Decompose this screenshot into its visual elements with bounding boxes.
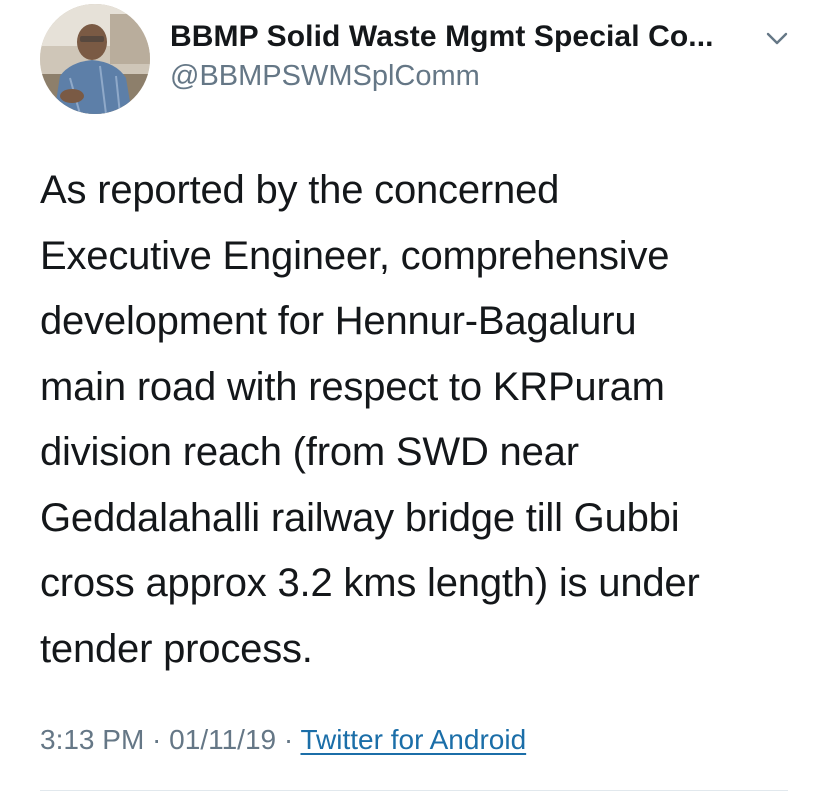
tweet-text: As reported by the concerned Executive E…: [40, 168, 700, 671]
user-handle[interactable]: @BBMPSWMSplComm: [170, 60, 480, 93]
meta-separator: ·: [276, 724, 301, 755]
tweet-card: BBMP Solid Waste Mgmt Special Co... @BBM…: [0, 0, 828, 793]
meta-separator: ·: [144, 724, 170, 755]
chevron-down-icon[interactable]: [762, 28, 792, 50]
avatar[interactable]: [40, 4, 150, 114]
avatar-image: [40, 4, 150, 114]
tweet-time: 3:13 PM: [40, 724, 145, 755]
display-name[interactable]: BBMP Solid Waste Mgmt Special Co...: [170, 20, 714, 54]
source-link[interactable]: Twitter for Android: [300, 724, 526, 755]
tweet-date: 01/11/19: [169, 724, 277, 755]
tweet-meta: 3:13 PM · 01/11/19 · Twitter for Android: [40, 724, 526, 756]
divider: [40, 790, 788, 791]
